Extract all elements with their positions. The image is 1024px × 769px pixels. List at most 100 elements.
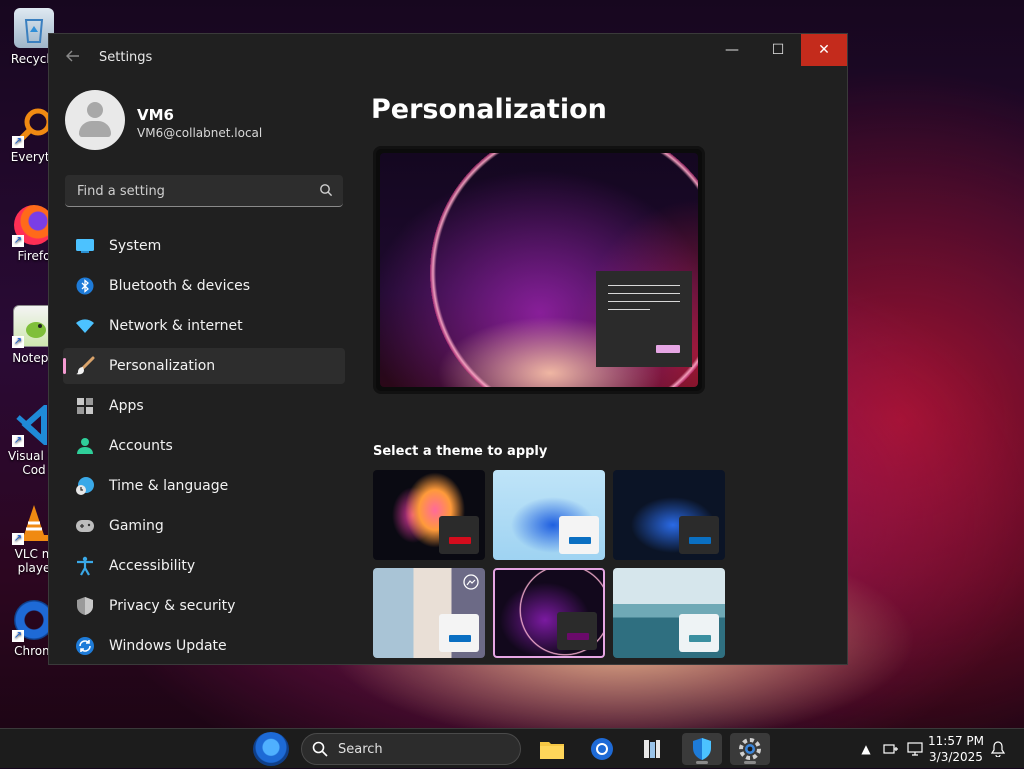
theme-current-purple[interactable] bbox=[493, 568, 605, 658]
close-icon: ✕ bbox=[818, 42, 830, 58]
sidebar-item-time-language[interactable]: Time & language bbox=[63, 468, 345, 504]
sidebar-item-accounts[interactable]: Accounts bbox=[63, 428, 345, 464]
maximize-icon: ☐ bbox=[771, 42, 785, 58]
profile-name: VM6 bbox=[137, 106, 174, 124]
search-input[interactable] bbox=[75, 175, 309, 207]
theme-sample-window bbox=[439, 516, 479, 554]
shortcut-arrow-icon: ↗ bbox=[12, 533, 24, 545]
shortcut-arrow-icon: ↗ bbox=[12, 235, 24, 247]
back-button[interactable] bbox=[63, 48, 83, 68]
theme-glow[interactable] bbox=[373, 470, 485, 560]
taskbar-defender[interactable] bbox=[682, 733, 722, 765]
sidebar-item-gaming[interactable]: Gaming bbox=[63, 508, 345, 544]
theme-accent-bar bbox=[449, 537, 471, 544]
main-content: Personalization Select a theme to apply bbox=[371, 82, 847, 664]
network-status-icon bbox=[883, 744, 898, 754]
preview-accent-button bbox=[656, 345, 680, 353]
taskbar-settings[interactable] bbox=[730, 733, 770, 765]
settings-window: Settings — ☐ ✕ VM6 VM6@collabnet.local S… bbox=[48, 33, 848, 665]
search-icon[interactable] bbox=[319, 183, 333, 197]
minimize-button[interactable]: — bbox=[709, 34, 755, 66]
sidebar-item-system[interactable]: System bbox=[63, 228, 345, 264]
tray-display[interactable] bbox=[904, 729, 926, 769]
settings-gear-icon bbox=[739, 738, 761, 760]
theme-sample-window bbox=[559, 516, 599, 554]
sidebar-item-label: Privacy & security bbox=[109, 598, 236, 614]
theme-flow[interactable] bbox=[613, 568, 725, 658]
tray-overflow-button[interactable]: ▲ bbox=[856, 729, 876, 769]
taskbar: Search ▲ 11:57 PM 3/3/2025 bbox=[0, 728, 1024, 768]
title-bar[interactable]: Settings — ☐ ✕ bbox=[49, 34, 847, 82]
sidebar-item-windows-update[interactable]: Windows Update bbox=[63, 628, 345, 664]
taskbar-library[interactable] bbox=[632, 733, 672, 765]
theme-sample-window bbox=[679, 614, 719, 652]
shortcut-arrow-icon: ↗ bbox=[12, 136, 24, 148]
bell-icon bbox=[991, 741, 1005, 757]
shortcut-arrow-icon: ↗ bbox=[12, 336, 24, 348]
page-title: Personalization bbox=[371, 94, 607, 125]
chrome-icon bbox=[591, 738, 613, 760]
preview-line bbox=[608, 285, 680, 286]
theme-accent-bar bbox=[689, 635, 711, 642]
theme-accent-bar bbox=[689, 537, 711, 544]
theme-section-label: Select a theme to apply bbox=[373, 444, 548, 459]
theme-windows-light[interactable] bbox=[493, 470, 605, 560]
taskbar-file-explorer[interactable] bbox=[532, 733, 572, 765]
taskbar-search-label: Search bbox=[338, 742, 383, 757]
taskbar-search[interactable]: Search bbox=[301, 733, 521, 765]
paintbrush-icon bbox=[75, 356, 95, 376]
clock-time: 11:57 PM bbox=[928, 734, 984, 748]
apps-icon bbox=[75, 396, 95, 416]
shortcut-arrow-icon: ↗ bbox=[12, 630, 24, 642]
sidebar-item-accessibility[interactable]: Accessibility bbox=[63, 548, 345, 584]
sidebar-item-label: Accessibility bbox=[109, 558, 196, 574]
minimize-icon: — bbox=[725, 42, 739, 58]
notification-button[interactable] bbox=[988, 729, 1008, 769]
defender-shield-icon bbox=[693, 738, 711, 760]
file-explorer-icon bbox=[540, 742, 564, 759]
windows-update-icon bbox=[75, 636, 95, 656]
accessibility-icon bbox=[75, 556, 95, 576]
shield-icon bbox=[75, 596, 95, 616]
theme-spotlight[interactable] bbox=[373, 568, 485, 658]
maximize-button[interactable]: ☐ bbox=[755, 34, 801, 66]
gamepad-icon bbox=[75, 516, 95, 536]
sidebar-item-privacy-security[interactable]: Privacy & security bbox=[63, 588, 345, 624]
display-status-icon bbox=[907, 742, 923, 756]
avatar-body bbox=[79, 121, 111, 137]
theme-preview bbox=[373, 146, 705, 394]
close-button[interactable]: ✕ bbox=[801, 34, 847, 66]
time-language-icon bbox=[75, 476, 95, 496]
sidebar-item-network[interactable]: Network & internet bbox=[63, 308, 345, 344]
theme-accent-bar bbox=[449, 635, 471, 642]
sidebar-item-bluetooth[interactable]: Bluetooth & devices bbox=[63, 268, 345, 304]
sidebar-item-label: Gaming bbox=[109, 518, 164, 534]
library-icon bbox=[644, 740, 660, 758]
system-display-icon bbox=[75, 236, 95, 256]
clock-date: 3/3/2025 bbox=[929, 750, 983, 764]
preview-window-sample bbox=[596, 271, 692, 367]
sidebar-item-label: Apps bbox=[109, 398, 144, 414]
sidebar-item-label: Windows Update bbox=[109, 638, 227, 654]
start-button[interactable] bbox=[253, 732, 289, 766]
avatar-head bbox=[87, 102, 103, 118]
sidebar-item-label: Bluetooth & devices bbox=[109, 278, 251, 294]
sidebar-item-label: Network & internet bbox=[109, 318, 243, 334]
sidebar-nav: System Bluetooth & devices Network & int… bbox=[63, 228, 345, 664]
search-icon bbox=[312, 741, 328, 757]
system-clock[interactable]: 11:57 PM 3/3/2025 bbox=[924, 733, 988, 765]
theme-sample-window bbox=[557, 612, 597, 650]
spotlight-badge-icon bbox=[463, 574, 479, 590]
avatar[interactable] bbox=[65, 90, 125, 150]
sidebar-item-label: Accounts bbox=[109, 438, 173, 454]
preview-line bbox=[608, 309, 650, 310]
chevron-up-icon: ▲ bbox=[861, 742, 871, 756]
sidebar-item-apps[interactable]: Apps bbox=[63, 388, 345, 424]
taskbar-chrome[interactable] bbox=[582, 733, 622, 765]
theme-sample-window bbox=[439, 614, 479, 652]
tray-network[interactable] bbox=[880, 729, 902, 769]
search-box bbox=[65, 175, 343, 207]
theme-windows-dark[interactable] bbox=[613, 470, 725, 560]
sidebar-item-label: System bbox=[109, 238, 162, 254]
sidebar-item-personalization[interactable]: Personalization bbox=[63, 348, 345, 384]
